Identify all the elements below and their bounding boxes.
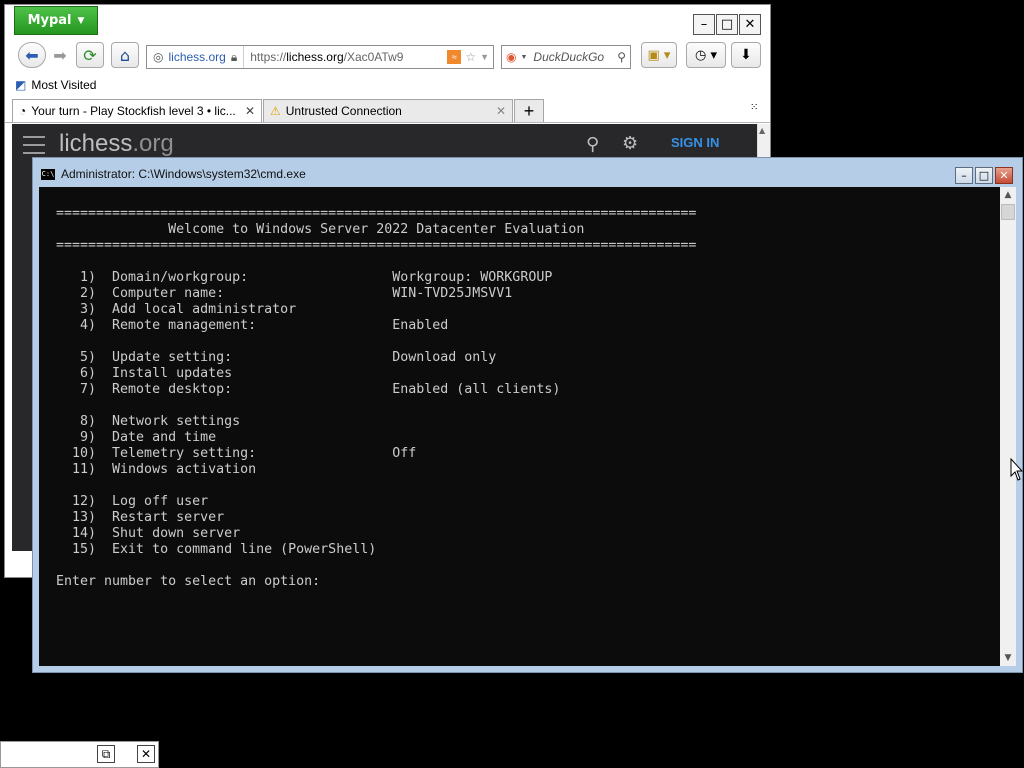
tab-label: Your turn - Play Stockfish level 3 • lic… — [31, 104, 236, 118]
url-text[interactable]: https://lichess.org/Xac0ATw9 — [244, 50, 447, 64]
bookmark-star-icon[interactable]: ☆ — [465, 50, 476, 64]
lichess-logo[interactable]: lichess.org — [59, 130, 174, 158]
history-clock-icon: ◷ ▾ — [694, 47, 717, 63]
forward-arrow-icon: ➡ — [53, 45, 67, 65]
new-tab-button[interactable]: + — [514, 99, 544, 122]
close-button[interactable]: ✕ — [739, 14, 761, 35]
restore-button[interactable]: ⧉ — [97, 745, 115, 763]
search-bar[interactable]: ◉ ▼ DuckDuckGo ⚲ — [501, 45, 631, 69]
tab-untrusted-connection[interactable]: ⚠ Untrusted Connection ✕ — [263, 99, 513, 122]
cmd-scrollbar[interactable]: ▲ ▼ — [1000, 187, 1016, 666]
most-visited-bookmark[interactable]: Most Visited — [31, 78, 96, 92]
site-identity-label: lichess.org — [168, 50, 226, 64]
globe-icon: ◎ — [153, 50, 164, 64]
lock-icon: 🔒︎ — [230, 49, 238, 64]
tab-bar: ◔ Your turn - Play Stockfish level 3 • l… — [5, 98, 770, 123]
search-engine-caret-icon: ▼ — [520, 53, 528, 61]
tab-list-icon[interactable]: ⁙ — [750, 102, 758, 113]
resize-cursor-icon — [1010, 458, 1024, 481]
url-host: lichess.org — [286, 50, 344, 64]
close-tab-icon[interactable]: ✕ — [245, 104, 255, 118]
cmd-close-button[interactable]: ✕ — [995, 167, 1013, 184]
cmd-icon: C:\ — [41, 168, 55, 180]
sign-in-link[interactable]: SIGN IN — [671, 135, 719, 150]
address-bar[interactable]: ◎ lichess.org 🔒︎ https://lichess.org/Xac… — [146, 45, 494, 69]
home-icon: ⌂ — [119, 45, 131, 65]
gear-icon[interactable]: ⚙ — [622, 133, 638, 154]
minimized-window[interactable]: ⧉ ✕ — [0, 741, 159, 768]
bookmarks-menu-button[interactable]: ▣ ▾ — [641, 42, 677, 68]
history-button[interactable]: ◷ ▾ — [686, 42, 726, 68]
app-menu-button[interactable]: Mypal ▼ — [14, 6, 98, 35]
cmd-maximize-button[interactable]: □ — [975, 167, 993, 184]
bookmarks-toolbar: ◩ Most Visited — [15, 78, 96, 92]
close-tab-icon[interactable]: ✕ — [496, 104, 506, 118]
site-identity[interactable]: ◎ lichess.org 🔒︎ — [147, 46, 245, 68]
maximize-button[interactable]: □ — [716, 14, 738, 35]
caret-down-icon: ▼ — [77, 15, 85, 26]
most-visited-icon: ◩ — [15, 78, 27, 92]
dropdown-arrow-icon[interactable]: ▼ — [480, 52, 489, 62]
navigation-toolbar: ⬅ ➡ ⟳ ⌂ ◎ lichess.org 🔒︎ https://lichess… — [5, 42, 770, 72]
forward-button[interactable]: ➡ — [46, 42, 74, 68]
rss-icon[interactable]: ≈ — [447, 50, 462, 64]
url-path: /Xac0ATw9 — [343, 50, 404, 64]
logo-suffix: .org — [132, 130, 174, 157]
logo-main: lichess — [59, 130, 133, 157]
lichess-tab-icon: ◔ — [19, 104, 27, 118]
cmd-titlebar: C:\ Administrator: C:\Windows\system32\c… — [41, 167, 306, 181]
reload-button[interactable]: ⟳ — [76, 42, 104, 68]
app-menu-label: Mypal — [27, 13, 72, 28]
tab-lichess[interactable]: ◔ Your turn - Play Stockfish level 3 • l… — [12, 99, 262, 122]
download-arrow-icon: ⬇ — [740, 47, 752, 63]
console-text: ========================================… — [56, 206, 697, 589]
home-button[interactable]: ⌂ — [111, 42, 139, 68]
cmd-window: C:\ Administrator: C:\Windows\system32\c… — [32, 157, 1023, 673]
scroll-down-icon[interactable]: ▼ — [1000, 650, 1016, 666]
cmd-minimize-button[interactable]: – — [955, 167, 973, 184]
scroll-thumb[interactable] — [1001, 204, 1015, 220]
search-icon[interactable]: ⚲ — [617, 50, 626, 64]
scroll-up-icon[interactable]: ▲ — [759, 126, 765, 135]
warning-icon: ⚠ — [270, 104, 281, 118]
back-button[interactable]: ⬅ — [18, 42, 46, 68]
console-output[interactable]: ========================================… — [39, 187, 1000, 666]
search-icon[interactable]: ⚲ — [586, 134, 599, 155]
search-placeholder: DuckDuckGo — [533, 50, 605, 64]
back-arrow-icon: ⬅ — [25, 45, 39, 65]
cmd-title: Administrator: C:\Windows\system32\cmd.e… — [61, 167, 306, 181]
url-prefix: https:// — [250, 50, 287, 64]
close-button[interactable]: ✕ — [137, 745, 155, 763]
bookmarks-menu-icon: ▣ ▾ — [647, 47, 671, 63]
minimize-button[interactable]: – — [693, 14, 715, 35]
reload-icon: ⟳ — [83, 45, 97, 65]
hamburger-menu-icon[interactable] — [23, 136, 45, 154]
duckduckgo-icon[interactable]: ◉ — [506, 50, 516, 64]
scroll-up-icon[interactable]: ▲ — [1000, 187, 1016, 203]
downloads-button[interactable]: ⬇ — [731, 42, 761, 68]
tab-label: Untrusted Connection — [285, 104, 402, 118]
